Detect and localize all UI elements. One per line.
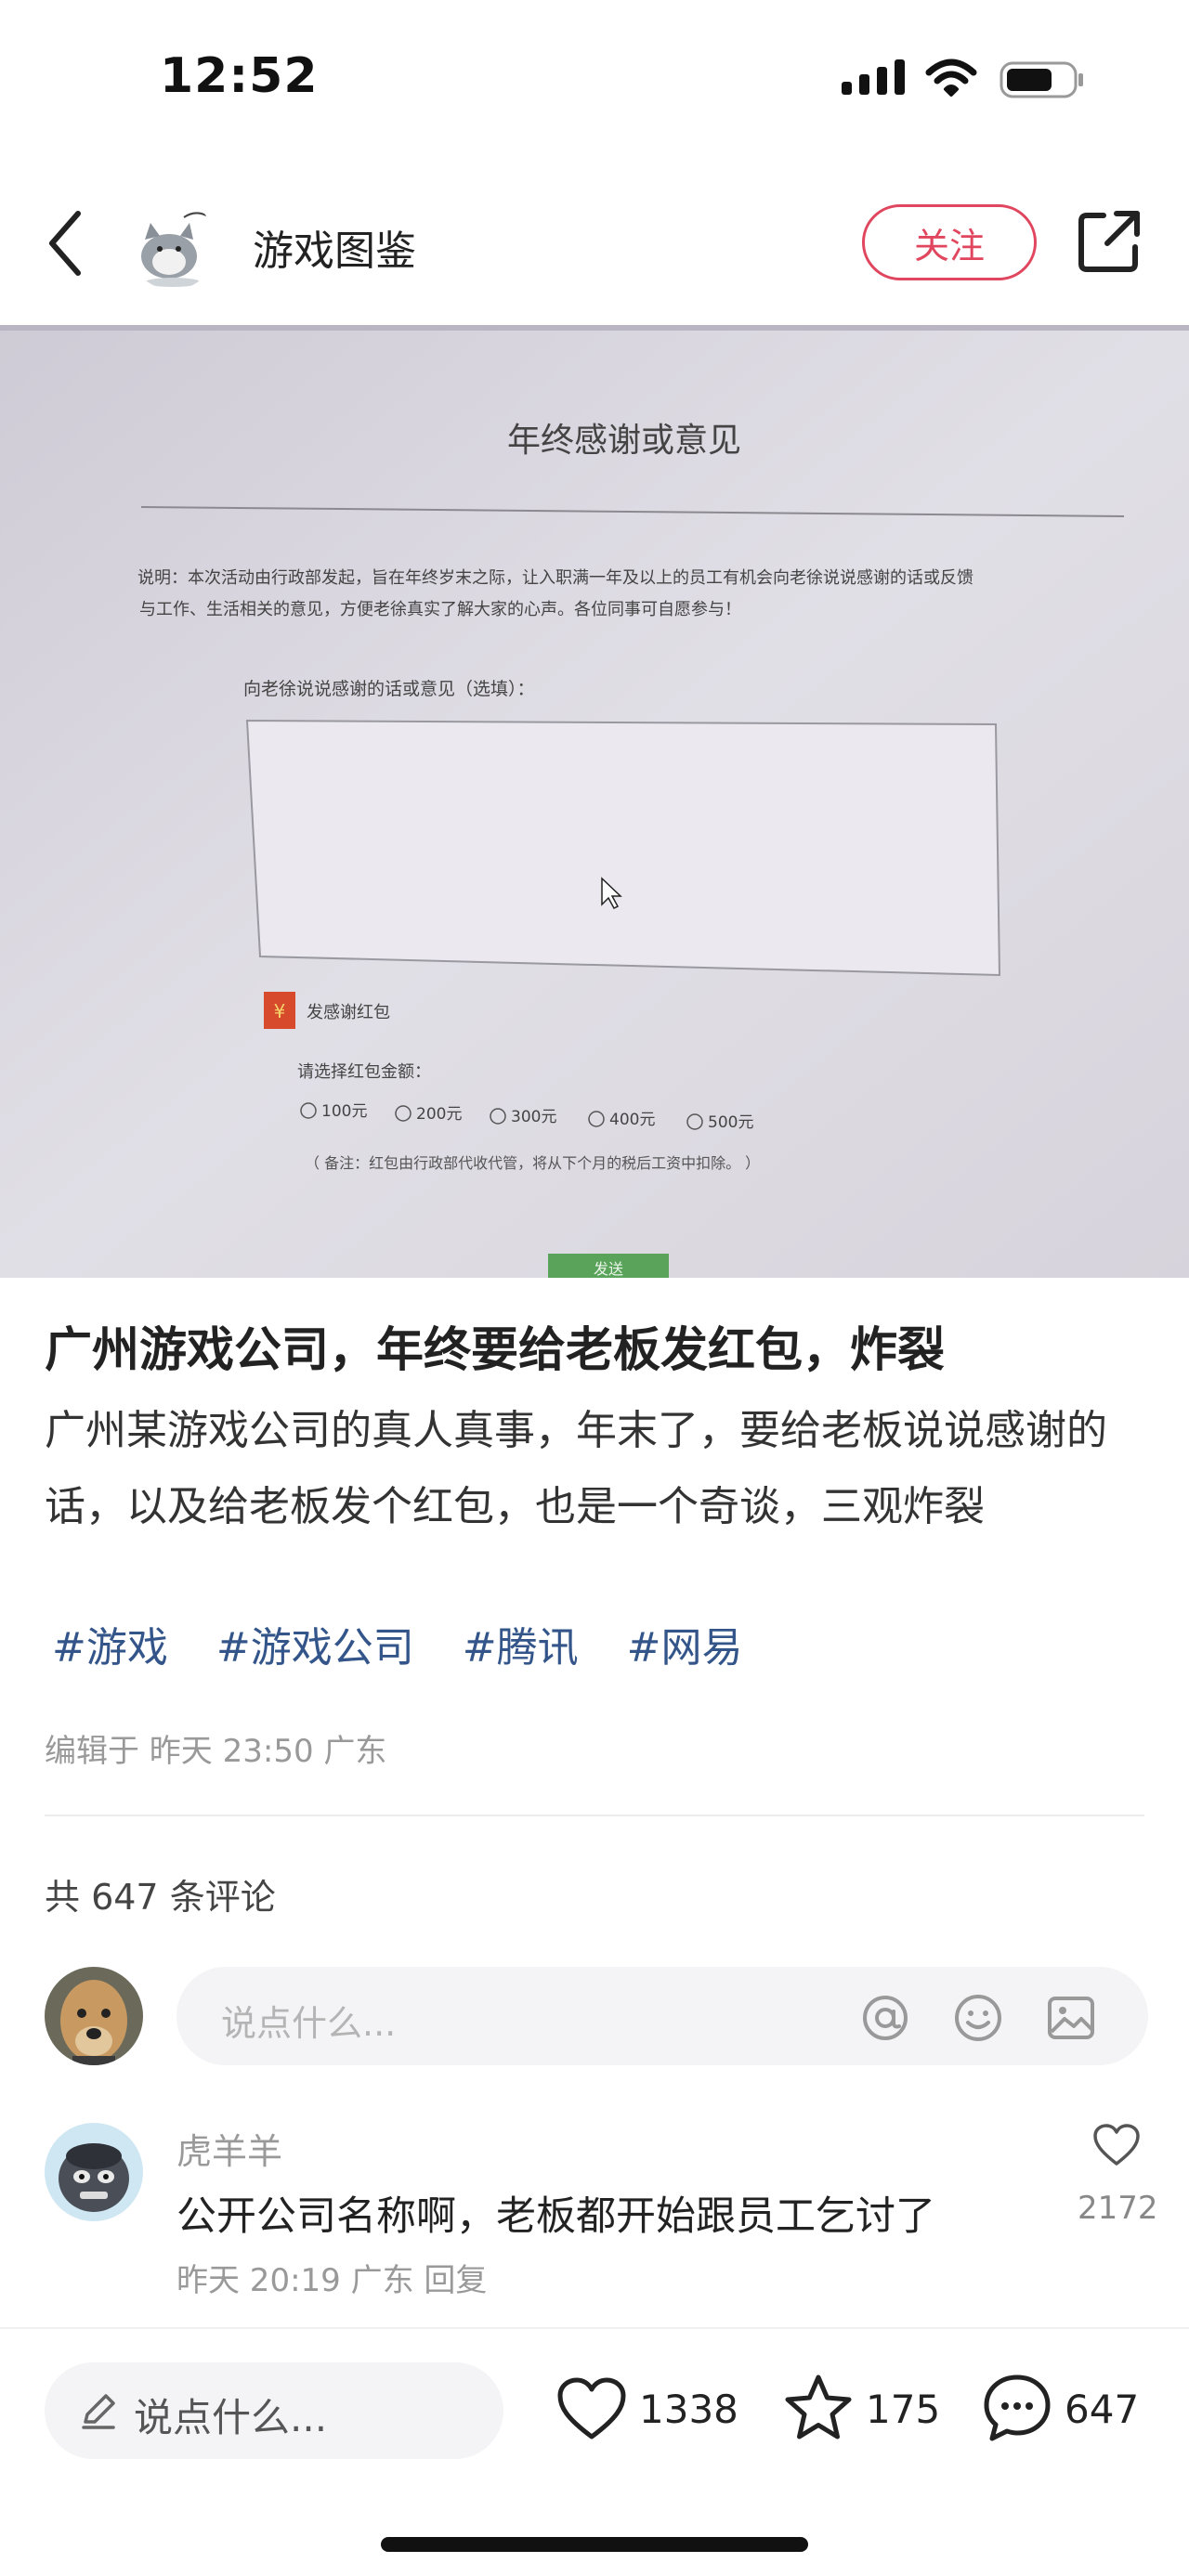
- post-photo[interactable]: 年终感谢或意见 说明：本次活动由行政部发起，旨在年终岁末之际，让入职满一年及以上…: [0, 325, 1189, 1278]
- follow-button[interactable]: 关注: [862, 204, 1037, 280]
- svg-text:发送: 发送: [594, 1260, 623, 1278]
- comment-input[interactable]: 说点什么...: [176, 1967, 1148, 2065]
- like-count[interactable]: 1338: [639, 2387, 738, 2432]
- cellular-signal-icon: [842, 59, 905, 95]
- bottom-input-placeholder: 说点什么...: [134, 2395, 328, 2440]
- divider: [45, 1815, 1144, 1816]
- emoji-icon[interactable]: [953, 1993, 1003, 2043]
- form-prompt: 向老徐说说感谢的话或意见（选填）：: [243, 679, 535, 699]
- amount-option-label: 300元: [511, 1108, 556, 1126]
- collect-star-icon[interactable]: [782, 2372, 855, 2444]
- cat-avatar-image: [141, 212, 207, 287]
- tag-list: #游戏 #游戏公司 #腾讯 #网易: [52, 1614, 778, 1673]
- post-title: 广州游戏公司，年终要给老板发红包，炸裂: [45, 1323, 946, 1378]
- comment-like-heart-icon[interactable]: [1092, 2123, 1141, 2167]
- amount-option-label: 400元: [609, 1111, 655, 1129]
- comment-count-bottom[interactable]: 647: [1065, 2387, 1139, 2432]
- cartoon-avatar-image: [45, 2123, 143, 2221]
- form-description: 说明：本次活动由行政部发起，旨在年终岁末之际，让入职满一年及以上的员工有机会向老…: [137, 568, 973, 588]
- author-avatar[interactable]: [128, 201, 217, 290]
- comment-like-count: 2172: [1078, 2190, 1158, 2227]
- comment-input-placeholder: 说点什么...: [221, 2003, 397, 2044]
- hongbao-label: 发感谢红包: [307, 1003, 390, 1022]
- amount-label: 请选择红包金额：: [297, 1062, 431, 1082]
- author-name[interactable]: 游戏图鉴: [253, 217, 416, 277]
- amount-option-label: 500元: [708, 1113, 753, 1132]
- form-note: （ 备注：红包由行政部代收代管，将从下个月的税后工资中扣除。 ）: [305, 1154, 760, 1172]
- back-arrow-icon[interactable]: [45, 208, 85, 279]
- my-avatar: [45, 1967, 143, 2065]
- share-icon[interactable]: [1076, 206, 1144, 275]
- collect-count[interactable]: 175: [866, 2387, 940, 2432]
- image-picker-icon[interactable]: [1046, 1993, 1096, 2043]
- monitor-screen-photo: 年终感谢或意见 说明：本次活动由行政部发起，旨在年终岁末之际，让入职满一年及以上…: [0, 325, 1189, 1278]
- comment-text: 公开公司名称啊，老板都开始跟员工乞讨了: [176, 2193, 935, 2240]
- amount-option-label: 200元: [416, 1105, 462, 1124]
- status-time: 12:52: [160, 48, 319, 104]
- tag-link[interactable]: #腾讯: [463, 1624, 579, 1672]
- comment-username[interactable]: 虎羊羊: [176, 2123, 282, 2174]
- battery-icon: [1000, 61, 1083, 98]
- home-indicator: [381, 2537, 808, 2552]
- post-body: 广州某游戏公司的真人真事，年末了，要给老板说说感谢的话，以及给老板发个红包，也是…: [45, 1407, 1107, 1530]
- dog-avatar-image: [45, 1967, 143, 2065]
- pen-icon: [82, 2394, 115, 2429]
- amount-option-label: 100元: [321, 1102, 367, 1121]
- tag-link[interactable]: #网易: [627, 1624, 743, 1672]
- wifi-icon: [925, 59, 977, 97]
- like-heart-icon[interactable]: [555, 2374, 628, 2446]
- commenter-avatar[interactable]: [45, 2123, 143, 2221]
- tag-link[interactable]: #游戏: [52, 1624, 168, 1672]
- svg-text:¥: ¥: [274, 1000, 286, 1022]
- edit-info: 编辑于 昨天 23:50 广东: [45, 1733, 387, 1770]
- bottom-bar-divider: [0, 2327, 1189, 2329]
- tag-link[interactable]: #游戏公司: [216, 1624, 414, 1672]
- comment-meta[interactable]: 昨天 20:19 广东 回复: [176, 2255, 487, 2300]
- form-title: 年终感谢或意见: [507, 422, 741, 460]
- comment-count: 共 647 条评论: [45, 1877, 276, 1918]
- comment-bubble-icon[interactable]: [981, 2372, 1053, 2444]
- bottom-comment-input[interactable]: 说点什么...: [45, 2362, 503, 2459]
- form-description-2: 与工作、生活相关的意见，方便老徐真实了解大家的心声。各位同事可自愿参与！: [139, 600, 741, 619]
- at-mention-icon[interactable]: [860, 1993, 910, 2043]
